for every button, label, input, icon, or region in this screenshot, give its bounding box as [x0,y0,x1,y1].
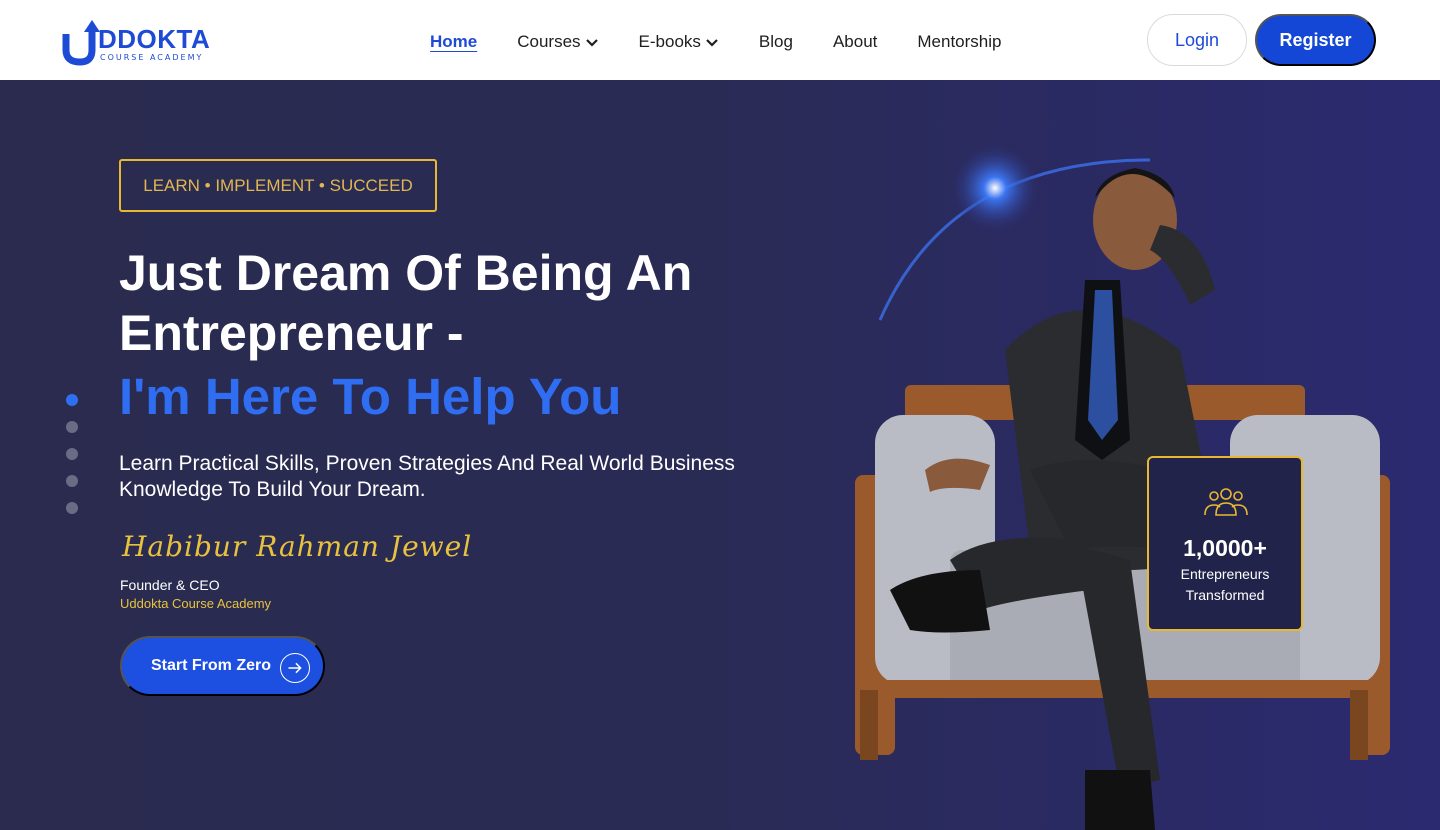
founder-organization: Uddokta Course Academy [120,596,272,611]
nav-item-home[interactable]: Home [430,32,477,52]
hero-section: LEARN • IMPLEMENT • SUCCEED Just Dream O… [0,80,1440,830]
stat-card: 1,0000+ Entrepreneurs Transformed [1147,456,1303,631]
register-button[interactable]: Register [1255,14,1376,66]
headline-line-2: Entrepreneur - [119,305,464,361]
stat-label: Entrepreneurs Transformed [1149,564,1301,606]
stat-label-line-1: Entrepreneurs [1180,566,1270,582]
stat-number: 1,0000+ [1183,535,1267,561]
slider-dot[interactable] [66,502,78,514]
nav-label: Mentorship [917,32,1002,51]
hero-headline-accent: I'm Here To Help You [119,368,622,425]
slider-dots [66,394,78,529]
nav-item-blog[interactable]: Blog [759,32,793,52]
brand-subtitle: COURSE ACADEMY [100,53,204,62]
chevron-down-icon [706,39,718,47]
nav-label: Courses [517,32,581,51]
main-nav: Home Courses E-books Blog About Mentorsh… [430,30,1042,54]
slider-dot[interactable] [66,421,78,433]
logo-u-arrow-icon [62,20,100,66]
slider-dot[interactable] [66,394,78,406]
slider-dot[interactable] [66,448,78,460]
nav-label: E-books [638,32,701,51]
nav-item-courses[interactable]: Courses [517,32,598,52]
founder-photo [855,143,1390,830]
navbar: DDOKTA COURSE ACADEMY Home Courses E-boo… [0,0,1440,80]
nav-label: Blog [758,32,793,51]
nav-item-mentorship[interactable]: Mentorship [917,32,1001,52]
arrow-right-icon [280,653,310,683]
slider-dot[interactable] [66,475,78,487]
hero-headline: Just Dream Of Being An Entrepreneur - [119,243,692,363]
nav-item-ebooks[interactable]: E-books [639,32,719,52]
people-group-icon [1204,488,1248,516]
cta-label: Start From Zero [151,657,272,674]
start-from-zero-button[interactable]: Start From Zero [120,636,325,696]
login-button[interactable]: Login [1147,14,1247,66]
stat-label-line-2: Transformed [1185,587,1265,603]
founder-signature: Habibur Rahman Jewel [122,530,473,563]
headline-line-1: Just Dream Of Being An [119,245,693,301]
brand-logo[interactable]: DDOKTA COURSE ACADEMY [62,14,222,68]
founder-role: Founder & CEO [120,577,220,593]
nav-label: Home [430,32,478,51]
nav-label: About [832,32,878,51]
hero-subtext: Learn Practical Skills, Proven Strategie… [119,452,735,501]
brand-name: DDOKTA [98,24,211,54]
chevron-down-icon [585,39,598,47]
tagline-badge: LEARN • IMPLEMENT • SUCCEED [119,159,437,212]
nav-item-about[interactable]: About [833,32,877,52]
